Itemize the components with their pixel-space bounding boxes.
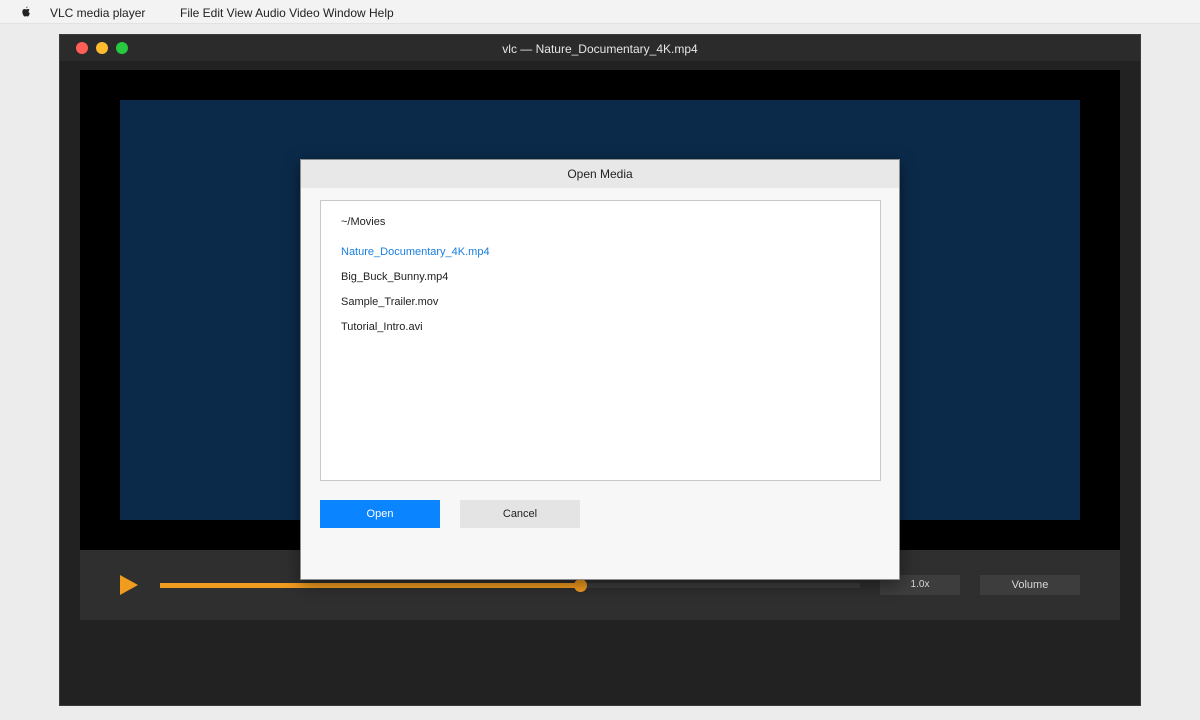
file-list: Nature_Documentary_4K.mp4 Big_Buck_Bunny.…	[341, 246, 490, 346]
menu-bar: VLC media player File Edit View Audio Vi…	[0, 0, 1200, 24]
seek-bar[interactable]	[160, 579, 860, 592]
play-icon[interactable]	[118, 574, 140, 596]
window-title: vlc — Nature_Documentary_4K.mp4	[502, 42, 698, 56]
menu-items[interactable]: File Edit View Audio Video Window Help	[180, 6, 394, 20]
seek-handle[interactable]	[574, 579, 587, 592]
cancel-button[interactable]: Cancel	[460, 500, 580, 528]
open-media-dialog: Open Media ~/Movies Nature_Documentary_4…	[300, 159, 900, 580]
title-bar: vlc — Nature_Documentary_4K.mp4	[60, 35, 1140, 61]
app-name-menu[interactable]: VLC media player	[50, 6, 145, 20]
file-item[interactable]: Big_Buck_Bunny.mp4	[341, 271, 490, 296]
dialog-title: Open Media	[301, 160, 899, 188]
current-path: ~/Movies	[341, 216, 386, 228]
volume-button[interactable]: Volume	[980, 575, 1080, 595]
file-item[interactable]: Sample_Trailer.mov	[341, 296, 490, 321]
seek-progress	[160, 583, 580, 588]
apple-icon[interactable]	[20, 6, 31, 18]
file-item[interactable]: Nature_Documentary_4K.mp4	[341, 246, 490, 271]
file-browser-panel: ~/Movies Nature_Documentary_4K.mp4 Big_Bu…	[320, 200, 881, 481]
file-item[interactable]: Tutorial_Intro.avi	[341, 321, 490, 346]
open-button[interactable]: Open	[320, 500, 440, 528]
